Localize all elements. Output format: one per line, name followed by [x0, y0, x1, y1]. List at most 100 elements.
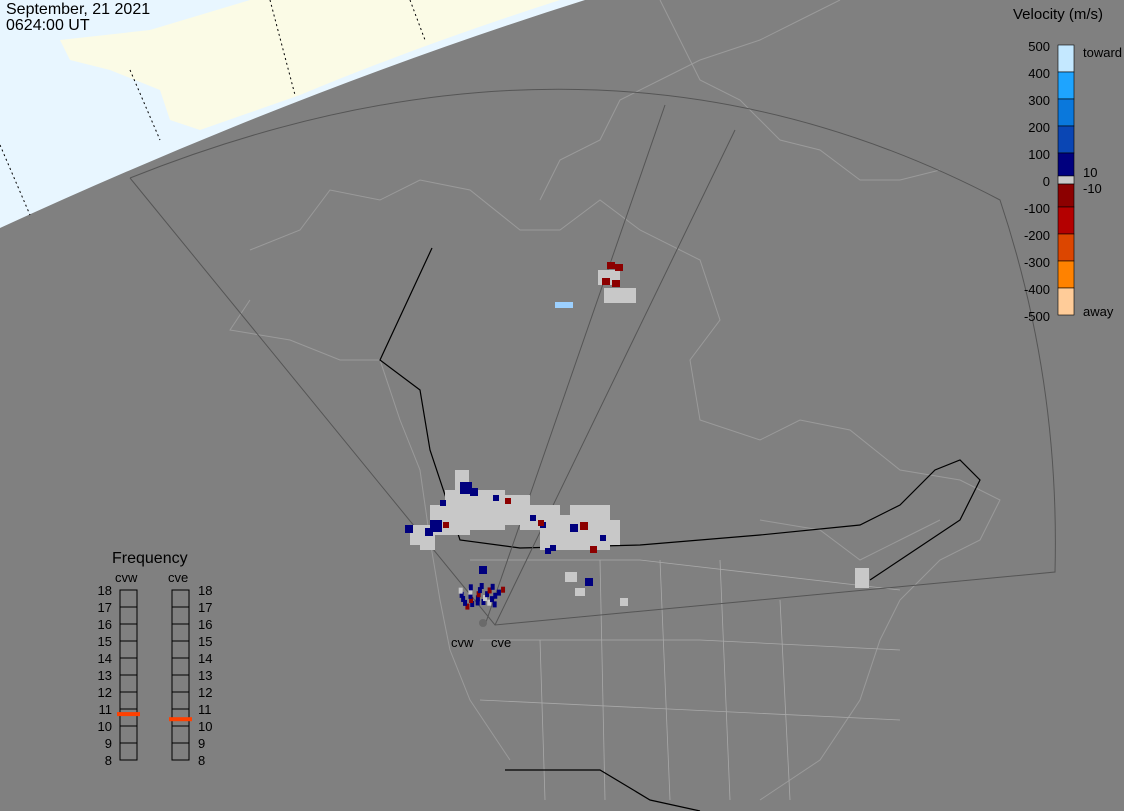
frequency-cell	[119, 708, 138, 727]
frequency-tick: 18	[198, 583, 213, 598]
echo-cell	[580, 522, 588, 530]
frequency-tick: 13	[198, 668, 213, 683]
echo-cell	[612, 280, 620, 287]
echo-cell	[550, 545, 556, 551]
velocity-colorbar	[1057, 44, 1075, 316]
frequency-tick: 8	[198, 753, 206, 768]
echo-cell	[538, 520, 544, 526]
frequency-cell	[119, 674, 138, 693]
radar-site-marker	[479, 619, 487, 627]
date-label: September, 21 2021	[6, 1, 151, 18]
inner-negative-label: -10	[1083, 181, 1102, 196]
frequency-tick: 13	[97, 668, 112, 683]
frequency-cell	[119, 691, 138, 710]
frequency-tick: 12	[198, 685, 213, 700]
frequency-title: Frequency	[112, 550, 188, 567]
echo-cell	[585, 578, 593, 586]
colorbar-segment	[1057, 125, 1075, 154]
echo-cell	[501, 586, 506, 593]
toward-label: toward	[1083, 45, 1123, 60]
away-label: away	[1083, 304, 1114, 319]
frequency-cell	[119, 623, 138, 642]
frequency-tick: 15	[198, 634, 213, 649]
coastlines	[229, 0, 1001, 801]
frequency-tick: 17	[97, 600, 112, 615]
cve-label: cve	[168, 570, 189, 585]
echo-cell	[565, 572, 577, 582]
colorbar-segment	[1057, 44, 1075, 73]
echo-cell	[492, 601, 497, 608]
velocity-tick: 500	[1028, 39, 1050, 54]
frequency-tick: 18	[97, 583, 112, 598]
radar-label-cve: cve	[491, 635, 512, 650]
frequency-cell	[171, 623, 190, 642]
frequency-tick: 12	[97, 685, 112, 700]
velocity-tick: 300	[1028, 93, 1050, 108]
frequency-tick: 14	[97, 651, 112, 666]
frequency-cell	[119, 725, 138, 744]
colorbar-segment	[1057, 260, 1075, 289]
frequency-cell	[171, 589, 190, 608]
velocity-tick: 0	[1042, 174, 1050, 189]
velocity-tick: -500	[1023, 309, 1050, 324]
frequency-cell	[171, 657, 190, 676]
colorbar-segment	[1057, 183, 1075, 208]
time-label: 0624:00 UT	[6, 17, 90, 34]
frequency-cell	[171, 691, 190, 710]
echo-cell	[555, 302, 573, 308]
frequency-bars	[117, 589, 192, 761]
colorbar-segment	[1057, 98, 1075, 127]
echo-cell	[443, 522, 449, 528]
frequency-cell	[171, 742, 190, 761]
colorbar-segment	[1057, 152, 1075, 177]
echo-cell	[604, 288, 636, 303]
frequency-tick: 11	[98, 702, 113, 717]
inner-positive-label: 10	[1083, 165, 1098, 180]
radar-label-cvw: cvw	[451, 635, 474, 650]
frequency-cell	[119, 640, 138, 659]
echo-cell	[496, 589, 501, 596]
echo-cell	[458, 587, 463, 594]
colorbar-segment	[1057, 71, 1075, 100]
radar-map	[0, 0, 1075, 811]
frequency-tick: 14	[198, 651, 213, 666]
echo-cell	[425, 528, 433, 536]
echo-cell	[479, 583, 484, 590]
state-borders	[470, 559, 901, 801]
colorbar-segment	[1057, 233, 1075, 262]
echo-cell	[570, 524, 578, 532]
echo-cell	[493, 495, 499, 501]
frequency-tick: 10	[198, 719, 213, 734]
echo-cell	[620, 598, 628, 606]
echo-cell	[493, 592, 498, 599]
frequency-cell	[119, 742, 138, 761]
frequency-marker-cvw	[117, 712, 140, 717]
echo-cell	[855, 568, 869, 588]
frequency-tick: 9	[198, 736, 206, 751]
colorbar-segment	[1057, 206, 1075, 235]
frequency-tick: 15	[97, 634, 112, 649]
velocity-tick: 400	[1028, 66, 1050, 81]
echo-cell	[420, 538, 435, 550]
velocity-tick: 100	[1028, 147, 1050, 162]
velocity-title: Velocity (m/s)	[1013, 6, 1104, 23]
echo-cell	[490, 583, 495, 590]
echo-cell	[470, 488, 478, 496]
echo-cell	[468, 584, 473, 591]
frequency-tick: 16	[97, 617, 112, 632]
echo-cell	[607, 262, 615, 269]
echo-cell	[575, 588, 585, 596]
colorbar-segment	[1057, 287, 1075, 316]
frequency-cell	[171, 606, 190, 625]
velocity-tick: 200	[1028, 120, 1050, 135]
frequency-tick: 10	[97, 719, 112, 734]
echo-cell	[615, 264, 623, 271]
velocity-tick: -200	[1023, 228, 1050, 243]
colorbar-segment	[1057, 175, 1075, 185]
echo-cell	[602, 278, 610, 285]
echo-cell	[405, 525, 413, 533]
echo-cell	[590, 546, 597, 553]
echo-cell	[530, 515, 536, 521]
frequency-cell	[171, 640, 190, 659]
echo-cell	[600, 535, 606, 541]
